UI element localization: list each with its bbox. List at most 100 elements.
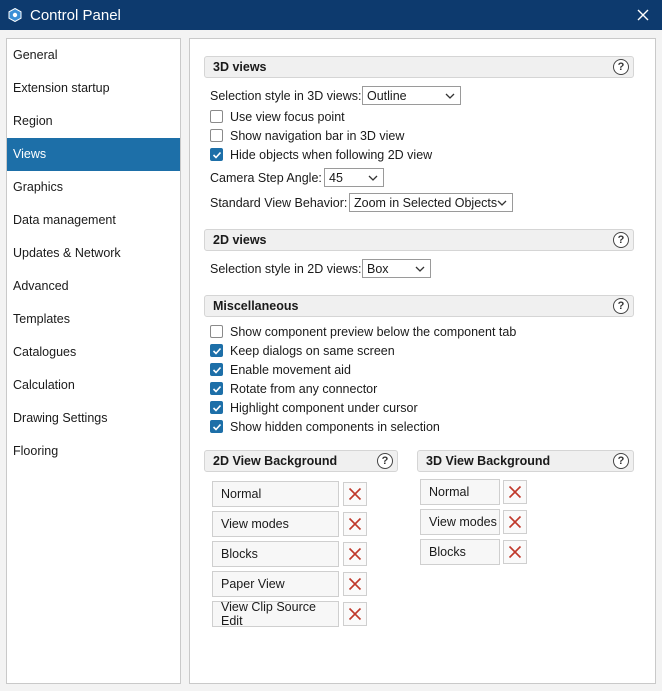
section-header-3d-views: 3D views ? — [204, 56, 634, 78]
checkbox-label: Show hidden components in selection — [230, 419, 440, 434]
bg3d-blocks-button[interactable]: Blocks — [420, 539, 500, 565]
section-title: 3D views — [213, 60, 267, 74]
selection-style-2d-row: Selection style in 2D views: — [210, 259, 361, 278]
checkbox-hide-objects-following-2d[interactable] — [210, 148, 223, 161]
sidebar-item-calculation[interactable]: Calculation — [7, 369, 180, 402]
checkbox-row[interactable]: Highlight component under cursor — [210, 398, 418, 417]
bg2d-view-modes-button[interactable]: View modes — [212, 511, 339, 537]
bg-item-label: View modes — [429, 515, 497, 529]
delete-x-icon — [508, 485, 522, 499]
sidebar-item-drawing-settings[interactable]: Drawing Settings — [7, 402, 180, 435]
delete-bg3d-blocks-button[interactable] — [503, 540, 527, 564]
bg-item-label: Paper View — [221, 577, 285, 591]
title-bar: Control Panel — [0, 0, 662, 30]
sidebar-nav: General Extension startup Region Views G… — [6, 38, 181, 684]
check-icon — [212, 366, 221, 374]
sidebar-item-extension-startup[interactable]: Extension startup — [7, 72, 180, 105]
checkbox-label: Show component preview below the compone… — [230, 324, 517, 339]
checkbox-row[interactable]: Use view focus point — [210, 107, 345, 126]
delete-bg2d-view-modes-button[interactable] — [343, 512, 367, 536]
select-value: Zoom in Selected Objects — [354, 195, 498, 210]
help-icon[interactable]: ? — [613, 298, 629, 314]
checkbox-row[interactable]: Enable movement aid — [210, 360, 351, 379]
camera-step-angle-select[interactable]: 45 — [324, 168, 384, 187]
checkbox-use-view-focus-point[interactable] — [210, 110, 223, 123]
select-value: Outline — [367, 88, 407, 103]
section-title: 2D views — [213, 233, 267, 247]
close-icon — [637, 9, 649, 21]
delete-x-icon — [508, 515, 522, 529]
camera-step-angle-label: Camera Step Angle: — [210, 170, 322, 185]
delete-x-icon — [348, 607, 362, 621]
bg2d-normal-button[interactable]: Normal — [212, 481, 339, 507]
sidebar-item-graphics[interactable]: Graphics — [7, 171, 180, 204]
selection-style-2d-select[interactable]: Box — [362, 259, 431, 278]
delete-x-icon — [348, 487, 362, 501]
section-title: 2D View Background — [213, 454, 338, 468]
sidebar-item-views[interactable]: Views — [7, 138, 180, 171]
bg-item-label: Normal — [221, 487, 262, 501]
bg2d-blocks-button[interactable]: Blocks — [212, 541, 339, 567]
bg3d-normal-button[interactable]: Normal — [420, 479, 500, 505]
help-icon[interactable]: ? — [613, 59, 629, 75]
sidebar-item-templates[interactable]: Templates — [7, 303, 180, 336]
bg3d-view-modes-button[interactable]: View modes — [420, 509, 500, 535]
bg-item-label: View modes — [221, 517, 289, 531]
sidebar-item-flooring[interactable]: Flooring — [7, 435, 180, 468]
bg2d-paper-view-button[interactable]: Paper View — [212, 571, 339, 597]
selection-style-3d-row: Selection style in 3D views: — [210, 86, 361, 105]
checkbox-row[interactable]: Show component preview below the compone… — [210, 322, 516, 341]
chevron-down-icon — [445, 93, 455, 99]
delete-x-icon — [508, 545, 522, 559]
bg2d-view-clip-source-edit-button[interactable]: View Clip Source Edit — [212, 600, 339, 628]
checkbox-row[interactable]: Show hidden components in selection — [210, 417, 440, 436]
checkbox-label: Keep dialogs on same screen — [230, 343, 395, 358]
checkbox-row[interactable]: Hide objects when following 2D view — [210, 145, 432, 164]
checkbox-rotate-from-any-connector[interactable] — [210, 382, 223, 395]
checkbox-show-navigation-bar[interactable] — [210, 129, 223, 142]
standard-view-behavior-select[interactable]: Zoom in Selected Objects — [349, 193, 513, 212]
checkbox-highlight-component-under-cursor[interactable] — [210, 401, 223, 414]
help-icon[interactable]: ? — [377, 453, 393, 469]
delete-bg2d-view-clip-source-edit-button[interactable] — [343, 602, 367, 626]
checkbox-row[interactable]: Show navigation bar in 3D view — [210, 126, 404, 145]
delete-bg3d-view-modes-button[interactable] — [503, 510, 527, 534]
checkbox-row[interactable]: Keep dialogs on same screen — [210, 341, 395, 360]
sidebar-item-advanced[interactable]: Advanced — [7, 270, 180, 303]
sidebar-item-region[interactable]: Region — [7, 105, 180, 138]
window-title: Control Panel — [30, 6, 121, 24]
checkbox-show-component-preview[interactable] — [210, 325, 223, 338]
selection-style-3d-select[interactable]: Outline — [362, 86, 461, 105]
close-button[interactable] — [632, 4, 654, 26]
bg-item-label: Blocks — [429, 545, 466, 559]
delete-bg3d-normal-button[interactable] — [503, 480, 527, 504]
checkbox-show-hidden-components[interactable] — [210, 420, 223, 433]
section-header-miscellaneous: Miscellaneous ? — [204, 295, 634, 317]
help-icon[interactable]: ? — [613, 232, 629, 248]
delete-bg2d-normal-button[interactable] — [343, 482, 367, 506]
delete-x-icon — [348, 577, 362, 591]
chevron-down-icon — [497, 200, 507, 206]
checkbox-enable-movement-aid[interactable] — [210, 363, 223, 376]
delete-x-icon — [348, 547, 362, 561]
checkbox-keep-dialogs-same-screen[interactable] — [210, 344, 223, 357]
sidebar-item-updates-network[interactable]: Updates & Network — [7, 237, 180, 270]
selection-style-2d-label: Selection style in 2D views: — [210, 261, 362, 276]
checkbox-label: Rotate from any connector — [230, 381, 378, 396]
chevron-down-icon — [415, 266, 425, 272]
section-title: Miscellaneous — [213, 299, 299, 313]
view-behavior-row: Standard View Behavior: — [210, 193, 347, 212]
check-icon — [212, 423, 221, 431]
help-icon[interactable]: ? — [613, 453, 629, 469]
views-settings-panel: 3D views ? Selection style in 3D views: … — [189, 38, 656, 684]
chevron-down-icon — [368, 175, 378, 181]
check-icon — [212, 347, 221, 355]
checkbox-row[interactable]: Rotate from any connector — [210, 379, 377, 398]
sidebar-item-general[interactable]: General — [7, 39, 180, 72]
selection-style-3d-label: Selection style in 3D views: — [210, 88, 362, 103]
delete-bg2d-paper-view-button[interactable] — [343, 572, 367, 596]
sidebar-item-catalogues[interactable]: Catalogues — [7, 336, 180, 369]
checkbox-label: Enable movement aid — [230, 362, 351, 377]
sidebar-item-data-management[interactable]: Data management — [7, 204, 180, 237]
delete-bg2d-blocks-button[interactable] — [343, 542, 367, 566]
